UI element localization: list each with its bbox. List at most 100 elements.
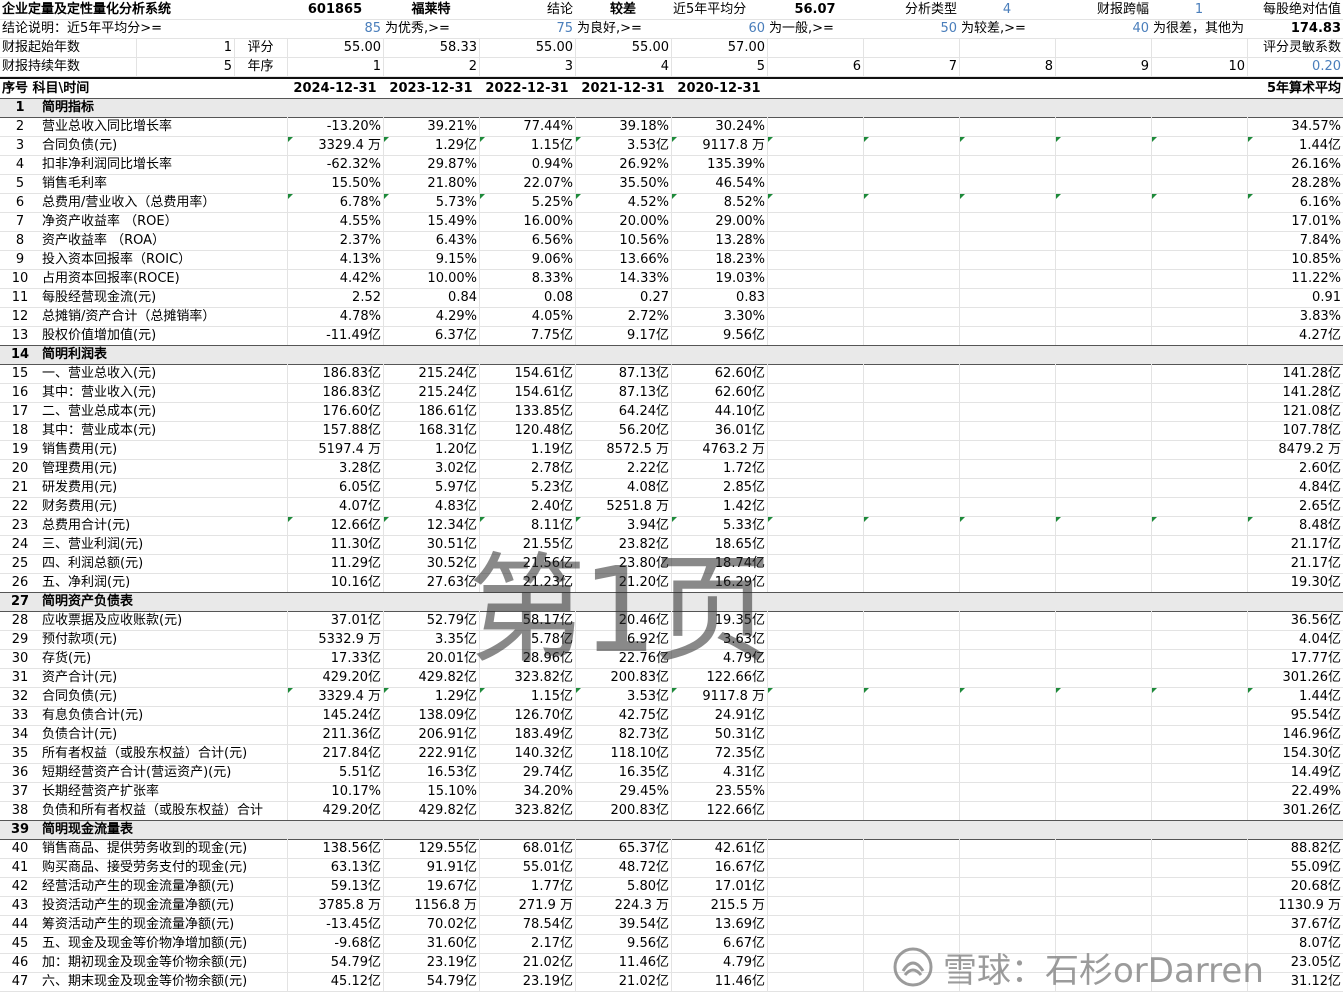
row-gridline — [1055, 155, 1056, 174]
row-gridline — [1151, 915, 1152, 934]
comment-marker-icon — [672, 194, 677, 199]
row-gridline — [1055, 554, 1056, 573]
section-number: 39 — [10, 822, 30, 837]
row-gridline — [671, 117, 672, 136]
row-gridline — [575, 896, 576, 915]
row-gridline — [383, 497, 384, 516]
row-gridline — [863, 117, 864, 136]
row-average: 107.78亿 — [1282, 423, 1342, 438]
comment-marker-icon — [576, 137, 581, 142]
row-gridline — [767, 915, 768, 934]
row-value: 0.94% — [531, 157, 573, 172]
row-gridline — [575, 402, 576, 421]
column-header-date: 2023-12-31 — [389, 81, 473, 96]
row-number: 30 — [11, 651, 29, 666]
row-gridline — [287, 459, 288, 478]
comment-marker-icon — [864, 517, 869, 522]
row-gridline — [1247, 915, 1248, 934]
row-gridline — [959, 497, 960, 516]
comment-marker-icon — [576, 517, 581, 522]
row-gridline — [959, 250, 960, 269]
row-value: 3.02亿 — [435, 461, 477, 476]
row-number: 7 — [15, 214, 25, 229]
row-value: 4.83亿 — [435, 499, 477, 514]
comment-marker-icon — [1248, 517, 1253, 522]
row-gridline — [863, 155, 864, 174]
row-gridline — [1055, 459, 1056, 478]
row-gridline — [1151, 763, 1152, 782]
row-number: 38 — [11, 803, 29, 818]
row-gridline — [479, 896, 480, 915]
row-gridline — [863, 554, 864, 573]
row-gridline — [479, 497, 480, 516]
row-gridline — [1055, 763, 1056, 782]
header-cell: 结论 — [546, 2, 573, 17]
row-gridline — [383, 801, 384, 820]
row-label: 所有者权益（或股东权益）合计(元) — [42, 746, 248, 761]
row-value: 5251.8 万 — [606, 499, 669, 514]
row-number: 21 — [11, 480, 29, 495]
row-gridline — [1055, 421, 1056, 440]
row-label: 总费用合计(元) — [42, 518, 131, 533]
row-value: 1.72亿 — [723, 461, 765, 476]
row-average: 141.28亿 — [1282, 385, 1342, 400]
row-value: 13.69亿 — [714, 917, 765, 932]
row-value: 9.56亿 — [723, 328, 765, 343]
row-value: 206.91亿 — [418, 727, 478, 742]
row-gridline — [1151, 497, 1152, 516]
row-gridline — [575, 155, 576, 174]
row-number: 45 — [11, 936, 29, 951]
row-number: 43 — [11, 898, 29, 913]
row-gridline — [767, 763, 768, 782]
row-gridline — [287, 763, 288, 782]
row-value: 16.53亿 — [426, 765, 477, 780]
row-value: 29.87% — [427, 157, 477, 172]
row-gridline — [1055, 440, 1056, 459]
row-value: 1.15亿 — [531, 689, 573, 704]
row-gridline — [575, 497, 576, 516]
row-gridline — [383, 953, 384, 972]
header-gridline — [479, 38, 480, 76]
comment-marker-icon — [1248, 194, 1253, 199]
row-gridline — [1055, 288, 1056, 307]
header-gridline — [575, 38, 576, 76]
header-cell: 每股绝对估值 — [1262, 2, 1341, 17]
row-value: 35.50% — [619, 176, 669, 191]
row-value: 12.66亿 — [330, 518, 381, 533]
row-average: 2.60亿 — [1299, 461, 1341, 476]
row-gridline — [383, 155, 384, 174]
row-gridline — [767, 934, 768, 953]
row-gridline — [383, 326, 384, 345]
row-value: 29.45% — [619, 784, 669, 799]
row-gridline — [1247, 573, 1248, 592]
comment-marker-icon — [480, 137, 485, 142]
row-gridline — [1055, 630, 1056, 649]
row-value: 87.13亿 — [618, 366, 669, 381]
row-gridline — [959, 288, 960, 307]
row-gridline — [1151, 231, 1152, 250]
row-gridline — [863, 212, 864, 231]
row-value: 2.37% — [339, 233, 381, 248]
header-cell: 财报跨幅 — [1096, 2, 1149, 17]
row-gridline — [959, 307, 960, 326]
row-label: 三、营业利润(元) — [42, 537, 144, 552]
row-value: 16.00% — [523, 214, 573, 229]
row-gridline — [287, 858, 288, 877]
row-value: 145.24亿 — [322, 708, 382, 723]
row-gridline — [671, 953, 672, 972]
row-gridline — [671, 231, 672, 250]
row-gridline — [671, 421, 672, 440]
row-gridline — [575, 953, 576, 972]
row-value: 17.33亿 — [330, 651, 381, 666]
row-gridline — [383, 288, 384, 307]
row-gridline — [767, 630, 768, 649]
row-gridline — [287, 725, 288, 744]
row-gridline — [959, 877, 960, 896]
section-title: 简明指标 — [42, 100, 95, 115]
row-value: -11.49亿 — [326, 328, 381, 343]
row-gridline — [767, 858, 768, 877]
row-gridline — [287, 212, 288, 231]
row-value: 1.20亿 — [435, 442, 477, 457]
row-value: 82.73亿 — [618, 727, 669, 742]
header-cell: 57.00 — [727, 40, 765, 55]
